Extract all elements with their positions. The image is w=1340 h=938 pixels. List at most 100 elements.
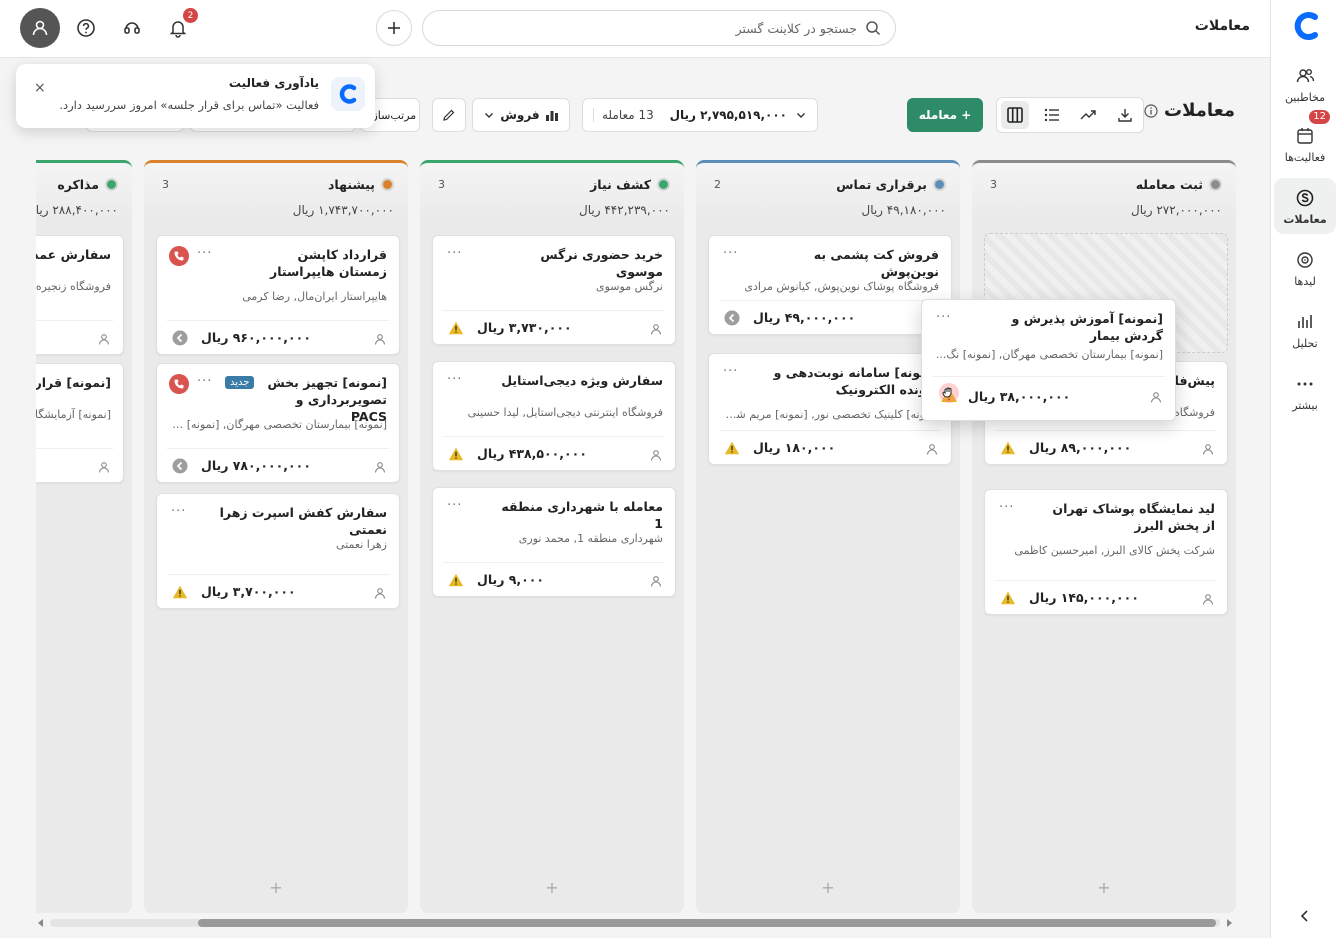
pipeline-column: مذاکره ۲۸۸,۴۰۰,۰۰۰ ریال سفارش عمده اتکا فرو… [36, 160, 132, 913]
deals-summary[interactable]: ۲,۷۹۵,۵۱۹,۰۰۰ ریال 13 معامله [582, 98, 818, 132]
pencil-icon [443, 109, 455, 121]
sidebar-item-contacts[interactable]: مخاطبین [1270, 56, 1340, 112]
download-icon[interactable] [1111, 101, 1139, 129]
more-icon[interactable]: ··· [197, 246, 212, 261]
deal-amount: ۹۶۰,۰۰۰,۰۰۰ ریال [201, 330, 311, 345]
sidebar-item-more[interactable]: بیشتر [1270, 364, 1340, 420]
user-icon[interactable] [1149, 390, 1163, 404]
column-total: ۲۷۲,۰۰۰,۰۰۰ ریال [1131, 203, 1222, 217]
new-deal-button[interactable]: + معامله [907, 98, 983, 132]
more-icon[interactable]: ··· [723, 364, 738, 379]
scroll-left-icon[interactable] [36, 918, 46, 928]
sidebar-item-leads[interactable]: لیدها [1270, 240, 1340, 296]
deal-card[interactable]: فروش کت پشمی به نوین‌پوش فروشگاه پوشاک نو… [708, 235, 952, 335]
user-icon[interactable] [649, 322, 663, 336]
more-icon[interactable]: ··· [936, 310, 951, 325]
pipeline-select[interactable]: فروش [472, 98, 570, 132]
deal-card[interactable]: خرید حضوری نرگس موسوی نرگس موسوی ۳,۷۳۰,۰۰۰… [432, 235, 676, 345]
phone-icon[interactable] [169, 246, 189, 266]
sidebar-item-label: بیشتر [1292, 398, 1318, 412]
deal-card[interactable]: سفارش ویژه دیجی‌استایل فروشگاه اینترنتی د… [432, 361, 676, 471]
trend-chart-icon[interactable] [1074, 101, 1102, 129]
card-divider [443, 562, 665, 563]
deal-subtitle: فروشگاه پوشاک نوین‌پوش, کیانوش مرادی [744, 280, 939, 293]
next-step-icon[interactable] [171, 329, 189, 347]
add-deal-icon[interactable]: + [696, 878, 960, 897]
sidebar-item-label: لیدها [1294, 274, 1316, 288]
support-button[interactable] [118, 14, 146, 42]
user-icon[interactable] [925, 442, 939, 456]
deal-subtitle: فروشگاه زنجیره [36, 280, 111, 293]
list-view-icon[interactable] [1038, 101, 1066, 129]
user-icon[interactable] [649, 574, 663, 588]
user-icon[interactable] [373, 332, 387, 346]
deal-title: لید نمایشگاه پوشاک تهران از پخش البرز [1052, 501, 1215, 533]
scroll-right-icon[interactable] [1224, 918, 1234, 928]
edit-pipeline-button[interactable] [432, 98, 466, 132]
sidebar-item-deals[interactable]: معاملات [1274, 178, 1336, 234]
horizontal-scrollbar[interactable] [36, 916, 1234, 930]
deal-card[interactable]: [نمونه] قرارداد آنالایزرها [نمونه] آزمایش… [36, 363, 124, 483]
avatar[interactable] [20, 8, 60, 48]
card-divider [995, 430, 1217, 431]
next-step-icon[interactable] [171, 457, 189, 475]
quick-add-button[interactable] [376, 10, 412, 46]
card-divider [167, 320, 389, 321]
column-total: ۱,۷۴۳,۷۰۰,۰۰۰ ریال [292, 203, 394, 217]
deal-card[interactable]: قرارداد کاپشن زمستان هایپراستار هایپراستا… [156, 235, 400, 355]
card-divider [932, 376, 1165, 377]
column-count: 3 [438, 178, 445, 191]
user-icon[interactable] [1201, 442, 1215, 456]
info-icon[interactable] [1144, 103, 1158, 118]
collapse-sidebar-icon[interactable] [1297, 908, 1313, 924]
kanban-board: ثبت معامله 3 ۲۷۲,۰۰۰,۰۰۰ ریال پیش‌فاکتور فرو… [36, 160, 1236, 916]
phone-icon[interactable] [169, 374, 189, 394]
help-button[interactable] [72, 14, 100, 42]
add-deal-icon[interactable]: + [972, 878, 1236, 897]
next-step-icon[interactable] [723, 309, 741, 327]
deal-card[interactable]: [نمونه] تجهیز بخش تصویربرداری و PACS [نمو… [156, 363, 400, 483]
deal-title: فروش کت پشمی به نوین‌پوش [813, 247, 939, 279]
search-input[interactable]: جستجو در کلاینت گستر [422, 10, 896, 46]
notifications-button[interactable]: 2 [164, 8, 198, 42]
sidebar-item-activities[interactable]: 12 فعالیت‌ها [1270, 110, 1340, 172]
deal-amount: ۳,۷۰۰,۰۰۰ ریال [201, 584, 296, 599]
deal-card[interactable]: [نمونه] سامانه نوبت‌دهی و پرونده الکترون… [708, 353, 952, 465]
user-icon[interactable] [373, 586, 387, 600]
more-icon[interactable]: ··· [171, 504, 186, 519]
search-placeholder: جستجو در کلاینت گستر [735, 20, 857, 36]
user-icon[interactable] [97, 460, 111, 474]
page-title-text: معاملات [1164, 100, 1235, 121]
scrollbar-thumb[interactable] [198, 919, 1216, 927]
kanban-view-icon[interactable] [1001, 101, 1030, 129]
more-icon[interactable]: ··· [723, 246, 738, 261]
more-icon[interactable]: ··· [447, 246, 462, 261]
more-icon[interactable]: ··· [447, 372, 462, 387]
user-icon[interactable] [1201, 592, 1215, 606]
column-header: مذاکره ۲۸۸,۴۰۰,۰۰۰ ریال [36, 163, 132, 223]
brand-logo-icon[interactable] [1288, 8, 1324, 44]
column-header: برقراری تماس 2 ۴۹,۱۸۰,۰۰۰ ریال [696, 163, 960, 223]
user-icon[interactable] [649, 448, 663, 462]
close-icon[interactable]: × [34, 80, 46, 96]
sidebar-item-analytics[interactable]: تحلیل [1270, 302, 1340, 358]
add-deal-icon[interactable]: + [36, 878, 132, 897]
deal-subtitle: [نمونه] بیمارستان تخصصی مهرگان, [نمونه] … [935, 348, 1163, 361]
deal-card[interactable]: معامله با شهرداری منطقه 1 شهرداری منطقه 1… [432, 487, 676, 597]
more-icon[interactable]: ··· [447, 498, 462, 513]
deal-card[interactable]: سفارش عمده اتکافروشگاه زنجیره۰۰··· [36, 235, 124, 355]
pipeline-name: فروش [500, 108, 540, 122]
dragging-deal-card[interactable]: [نمونه] آموزش پذیرش و گردش بیمار ··· [نم… [921, 299, 1176, 421]
deal-title: قرارداد کاپشن زمستان هایپراستار [270, 247, 387, 279]
search-icon [865, 20, 881, 36]
stage-dot-icon [105, 178, 118, 191]
deal-card[interactable]: لید نمایشگاه پوشاک تهران از پخش البرز شرک… [984, 489, 1228, 615]
more-icon[interactable]: ··· [197, 374, 212, 389]
add-deal-icon[interactable]: + [144, 878, 408, 897]
more-icon[interactable]: ··· [999, 500, 1014, 515]
page-title: معاملات [1144, 100, 1235, 121]
add-deal-icon[interactable]: + [420, 878, 684, 897]
user-icon[interactable] [97, 332, 111, 346]
user-icon[interactable] [373, 460, 387, 474]
deal-card[interactable]: سفارش کفش اسپرت زهرا نعمتی زهرا نعمتی ۳,۷۰… [156, 493, 400, 609]
